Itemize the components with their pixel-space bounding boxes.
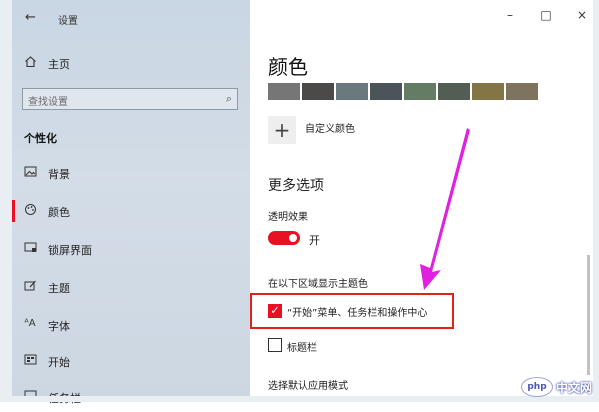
- watermark: php 中文网: [521, 377, 592, 397]
- annotation-arrow: [420, 128, 470, 290]
- watermark-logo: php: [521, 377, 553, 397]
- watermark-text: 中文网: [556, 380, 593, 395]
